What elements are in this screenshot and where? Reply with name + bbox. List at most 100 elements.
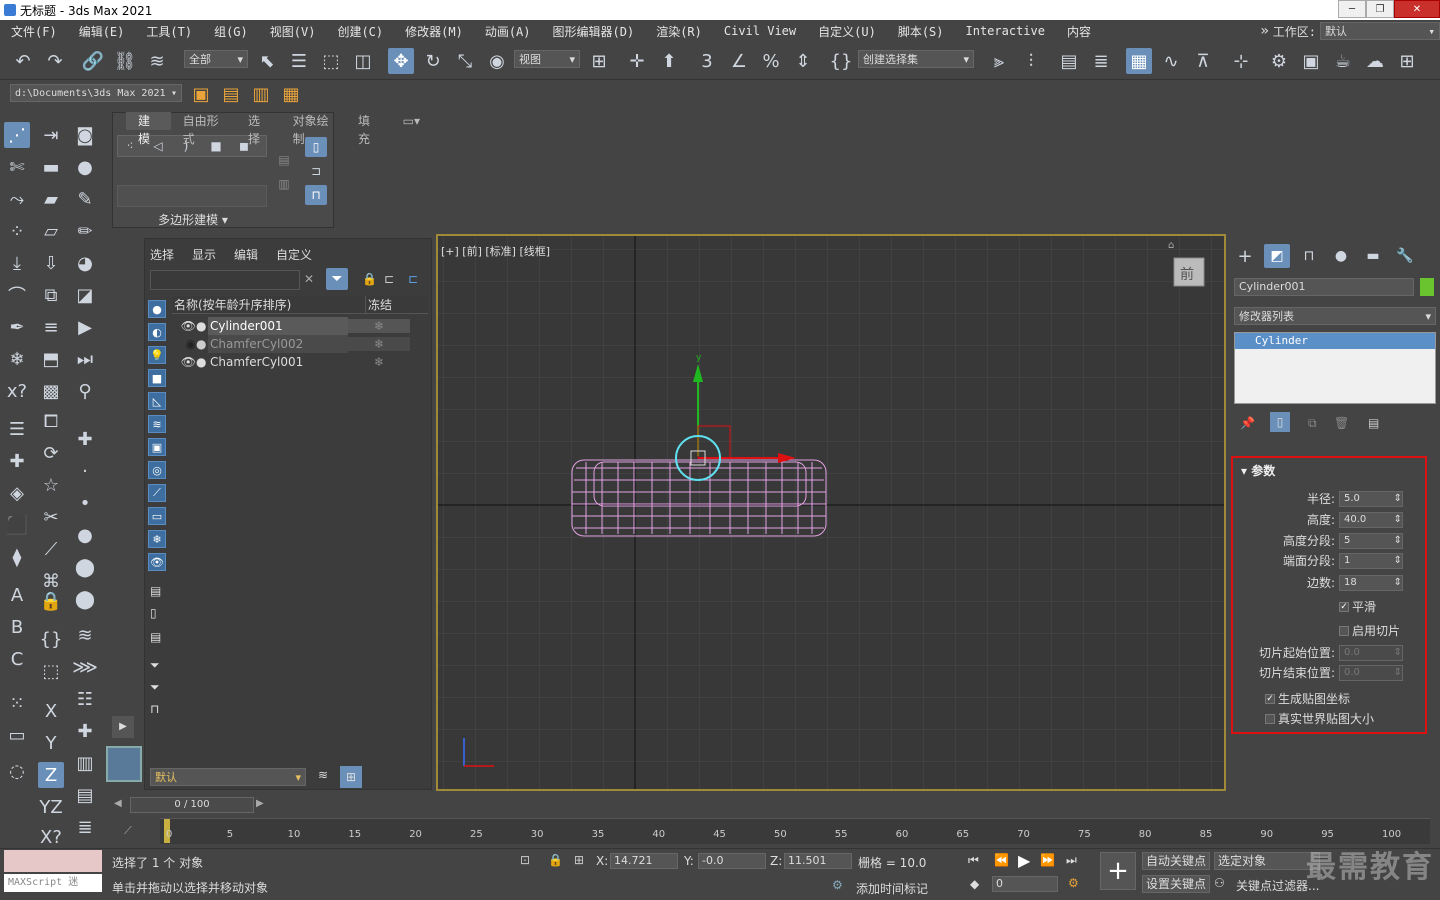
pivot-center-icon[interactable]: ⊞: [586, 48, 612, 74]
isolate-icon[interactable]: ⊡: [520, 853, 530, 867]
stack-layers-icon[interactable]: ⧫: [4, 544, 30, 570]
ruler-icon[interactable]: ▭: [4, 722, 30, 748]
schematic-view-icon[interactable]: ⊼: [1190, 48, 1216, 74]
menu-tools[interactable]: 工具(T): [135, 23, 203, 40]
y-coordinate[interactable]: -0.0: [698, 853, 766, 869]
unlink-icon[interactable]: ⛓: [112, 48, 138, 74]
menu-customize[interactable]: 自定义(U): [807, 23, 887, 40]
keyboard-shortcut-icon[interactable]: ⬆: [656, 48, 682, 74]
menu-interactive[interactable]: Interactive: [955, 24, 1056, 38]
grid-a-icon[interactable]: ⁙: [4, 690, 30, 716]
modify-tab-icon[interactable]: ◩: [1264, 244, 1290, 268]
ribbon-stack-icon[interactable]: ▤: [273, 149, 295, 171]
front-viewport[interactable]: y 前 ⌂: [436, 234, 1226, 791]
x-coordinate[interactable]: 14.721: [610, 853, 678, 869]
set-key-button[interactable]: 设置关键点: [1142, 875, 1211, 893]
undo-icon[interactable]: ↶: [10, 48, 36, 74]
next-frame-icon[interactable]: ▶: [256, 798, 264, 809]
scene-row-cylinder001[interactable]: 👁 ● Cylinder001 ❄: [172, 317, 428, 335]
tab-freeform[interactable]: 自由形式: [171, 112, 236, 146]
add-time-tag[interactable]: 添加时间标记: [856, 880, 928, 897]
menu-view[interactable]: 视图(V): [259, 23, 327, 40]
scene-menu-edit[interactable]: 编辑: [234, 246, 258, 263]
menu-scripting[interactable]: 脚本(S): [887, 23, 955, 40]
curve-editor-icon[interactable]: ∿: [1158, 48, 1184, 74]
layers-icon[interactable]: ◈: [4, 480, 30, 506]
lasso-icon[interactable]: ✄: [4, 154, 30, 180]
select-tool-icon[interactable]: ⋰: [4, 122, 30, 148]
ribbon-pin3-icon[interactable]: ⊓: [305, 185, 327, 205]
maximize-button[interactable]: ❐: [1366, 0, 1394, 18]
circle-soft-icon[interactable]: ●: [72, 522, 98, 548]
align-left-icon[interactable]: ⧠: [38, 408, 64, 434]
tab-selection[interactable]: 选择: [236, 112, 281, 146]
z-axis-icon[interactable]: Z: [38, 762, 64, 788]
layer-add-icon[interactable]: ▰: [38, 186, 64, 212]
edge-icon[interactable]: ⤳: [4, 186, 30, 212]
paint-icon[interactable]: ✎: [72, 186, 98, 212]
rect-selection-icon[interactable]: ⬚: [318, 48, 344, 74]
text-a-icon[interactable]: A: [4, 582, 30, 608]
play-icon[interactable]: ▶: [72, 314, 98, 340]
toggle-scene-explorer-icon[interactable]: ▤: [1056, 48, 1082, 74]
menu-graph-editors[interactable]: 图形编辑器(D): [542, 23, 646, 40]
height-segments-spinner[interactable]: 5 ⇕: [1339, 532, 1403, 549]
link-icon[interactable]: 🔗: [80, 48, 106, 74]
generate-mapping-checkbox[interactable]: ✓ 生成贴图坐标: [1265, 690, 1350, 707]
selected-object-dropdown[interactable]: 选定对象: [1214, 852, 1320, 870]
pin-stack-icon[interactable]: 📌: [1240, 416, 1255, 430]
menu-edit[interactable]: 编辑(E): [68, 23, 136, 40]
select-move-icon[interactable]: ✥: [388, 48, 414, 74]
utilities-tab-icon[interactable]: 🔧: [1392, 244, 1418, 268]
column-name[interactable]: 名称(按年龄升序排序): [172, 296, 366, 314]
real-world-map-checkbox[interactable]: 真实世界贴图大小: [1265, 710, 1374, 727]
filter-frozen-icon[interactable]: ❄: [148, 530, 166, 548]
xy-plane-icon[interactable]: X?: [38, 824, 64, 850]
yz-plane-icon[interactable]: YZ: [38, 794, 64, 820]
project-path-dropdown[interactable]: d:\Documents\3ds Max 2021 ▾: [10, 84, 182, 102]
render-toggle-icon[interactable]: ⊞: [1394, 48, 1420, 74]
hierarchy-tab-icon[interactable]: ⊓: [1296, 244, 1322, 268]
menu-overflow-icon[interactable]: »: [1260, 23, 1268, 39]
brace-icon[interactable]: {}: [38, 626, 64, 652]
workspace-dropdown[interactable]: 默认 ▾: [1320, 22, 1440, 40]
layers-split-icon[interactable]: ⋙: [72, 654, 98, 680]
ribbon-pin-icon[interactable]: ▯: [305, 137, 327, 157]
filter-icon[interactable]: ⏷: [326, 268, 348, 290]
freeze-snowflake-icon[interactable]: ❄: [348, 337, 410, 351]
ribbon-pin2-icon[interactable]: ⊐: [305, 161, 327, 181]
select-scale-icon[interactable]: ⤡: [452, 48, 478, 74]
menu-modifiers[interactable]: 修改器(M): [394, 23, 474, 40]
selection-filter-dropdown[interactable]: 全部 ▾: [184, 50, 248, 68]
slice-from-spinner[interactable]: 0.0 ⇕: [1339, 644, 1403, 661]
frame-icon[interactable]: ⬒: [38, 346, 64, 372]
x-axis-icon[interactable]: X: [38, 698, 64, 724]
make-unique-icon[interactable]: ⧉: [1308, 416, 1317, 431]
prev-frame-icon[interactable]: ◀: [114, 798, 122, 809]
display-all-icon[interactable]: ▤: [150, 584, 161, 598]
next-icon[interactable]: ⏭: [72, 346, 98, 372]
layers-stacked-icon[interactable]: ☷: [72, 686, 98, 712]
clear-search-icon[interactable]: ✕: [304, 272, 314, 286]
smooth-checkbox[interactable]: ✓ 平滑: [1339, 598, 1376, 615]
sides-spinner[interactable]: 18 ⇕: [1339, 574, 1403, 591]
filter-hidden-icon[interactable]: 👁: [148, 553, 166, 571]
minimize-button[interactable]: ─: [1338, 0, 1366, 18]
filter-xrefs-icon[interactable]: ◎: [148, 461, 166, 479]
text-c-icon[interactable]: C: [4, 646, 30, 672]
height-spinner[interactable]: 40.0 ⇕: [1339, 511, 1403, 528]
cube-icon[interactable]: ⬚: [38, 658, 64, 684]
scene-row-chamfercyl002[interactable]: ◉ ● ChamferCyl002 ❄: [172, 335, 428, 353]
layer-stack-icon[interactable]: ☰: [4, 416, 30, 442]
dot-medium-icon[interactable]: •: [72, 490, 98, 516]
ribbon-options-icon[interactable]: ▭▾: [391, 112, 432, 130]
motion-tab-icon[interactable]: ●: [1328, 244, 1354, 268]
viewcube-front[interactable]: 前: [1180, 264, 1194, 284]
viewport-layout-icon[interactable]: [106, 746, 142, 782]
filter-groups-icon[interactable]: ▣: [148, 438, 166, 456]
spinner-snap-icon[interactable]: ⇕: [790, 48, 816, 74]
circle-xl-icon[interactable]: ⬤: [72, 586, 98, 612]
current-frame-input[interactable]: 0: [992, 876, 1058, 892]
doc-icon[interactable]: ▤: [72, 782, 98, 808]
prev-key-icon[interactable]: ⏪: [994, 853, 1009, 867]
